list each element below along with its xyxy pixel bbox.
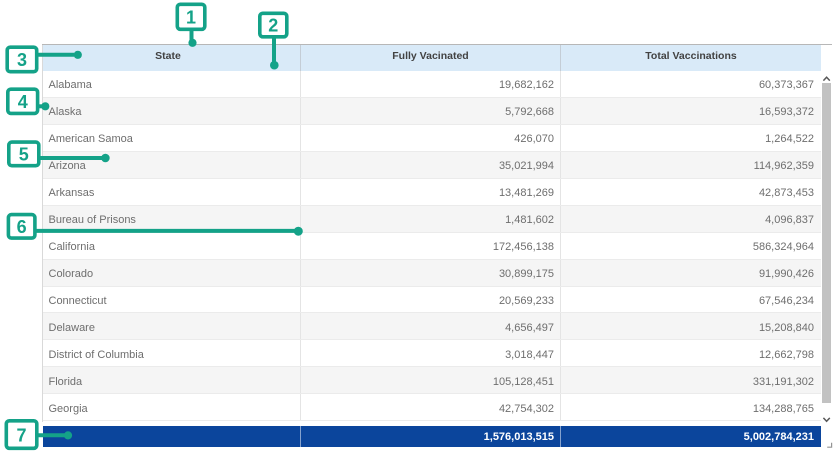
svg-text:5: 5 [19,145,29,165]
svg-text:1: 1 [186,8,196,28]
svg-text:7: 7 [16,426,26,446]
svg-text:6: 6 [17,217,27,237]
svg-text:2: 2 [268,16,278,36]
svg-text:4: 4 [18,92,28,112]
svg-text:3: 3 [17,50,27,70]
